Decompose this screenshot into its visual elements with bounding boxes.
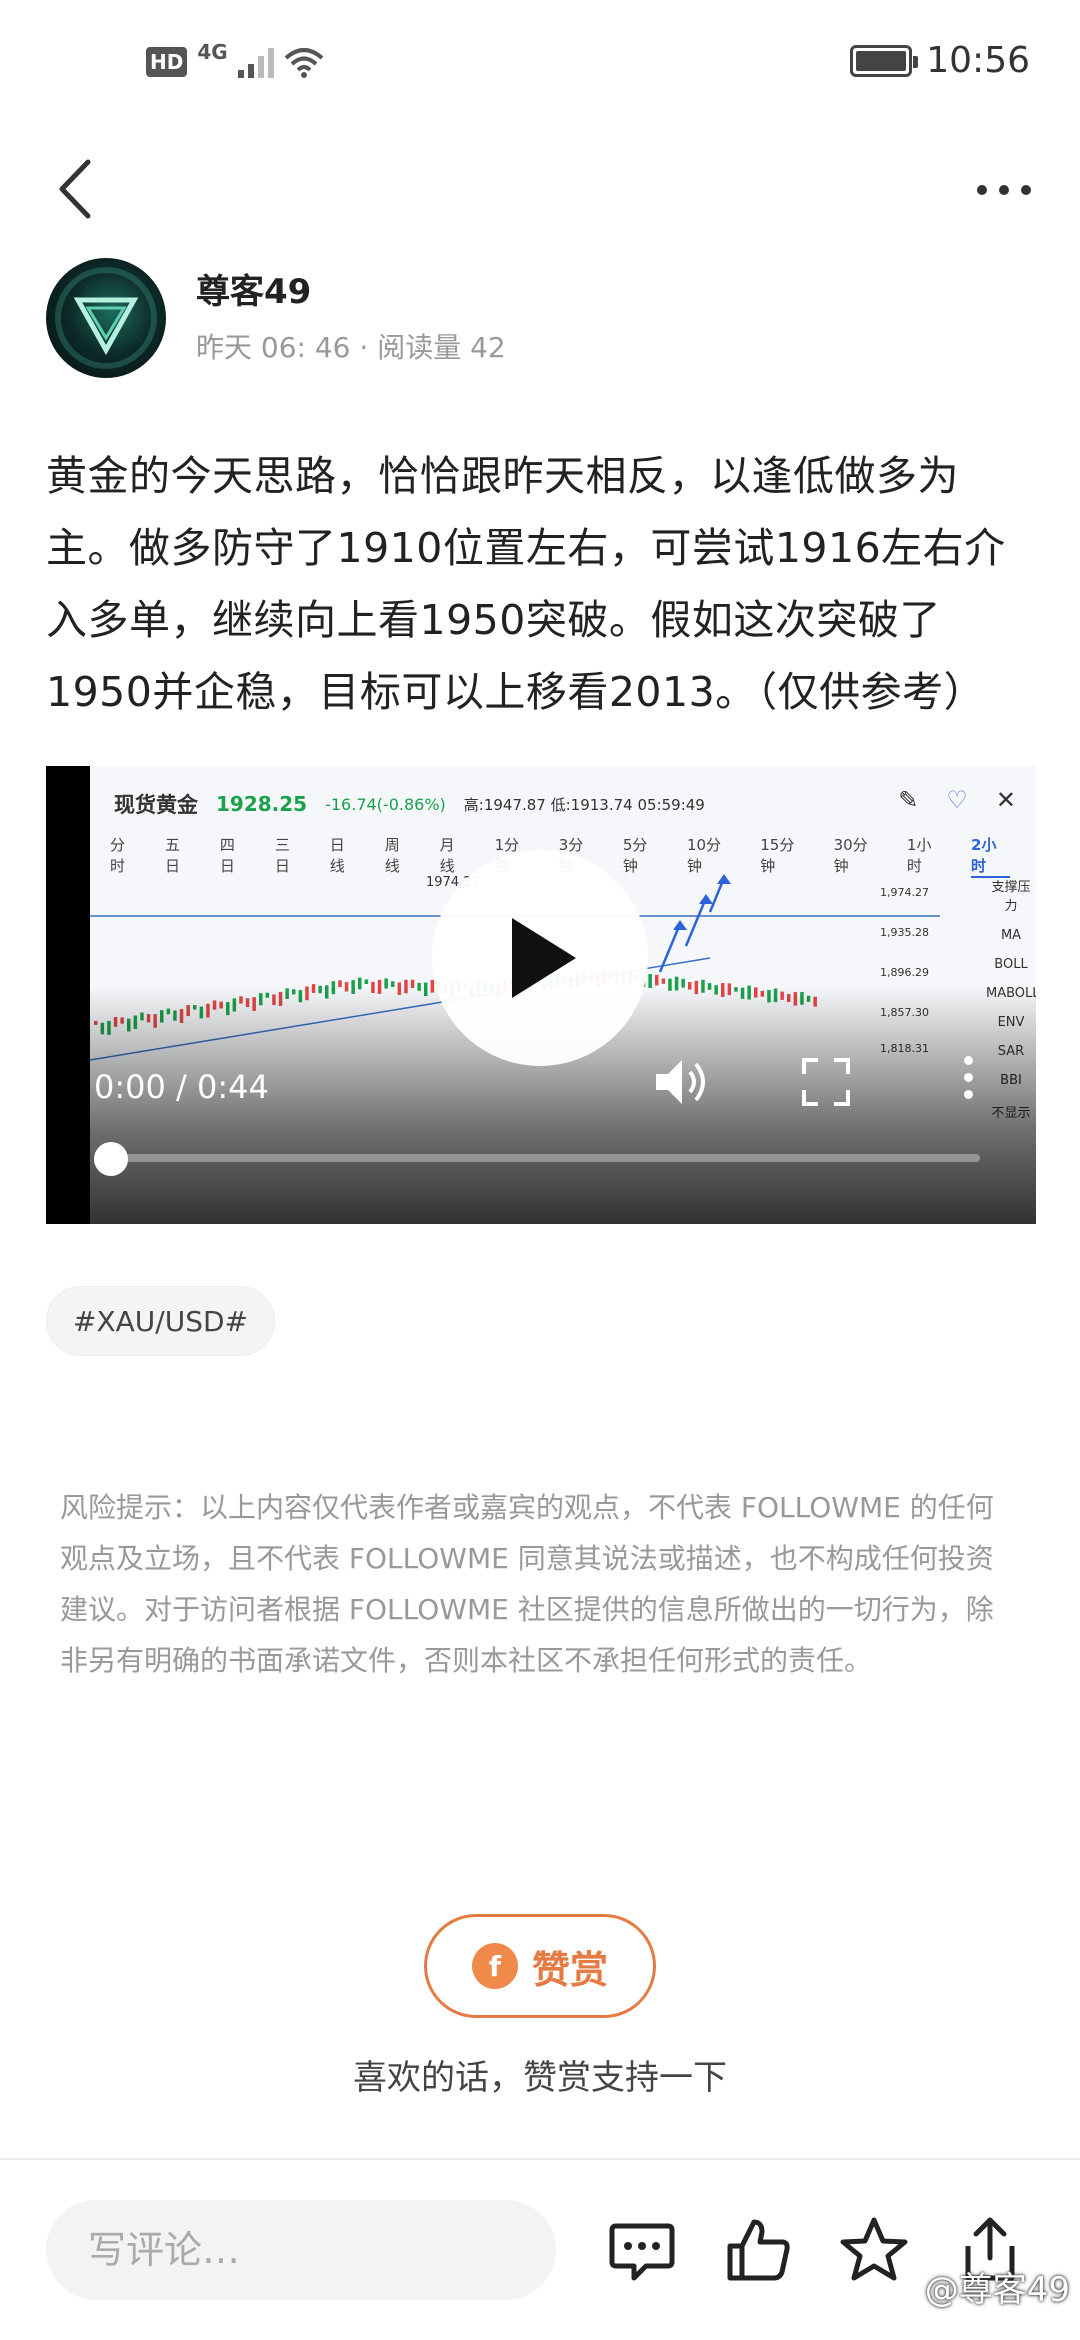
risk-disclaimer: 风险提示：以上内容仅代表作者或嘉宾的观点，不代表 FOLLOWME 的任何观点及… [60, 1491, 994, 1677]
dot-icon [977, 185, 987, 195]
instrument-name: 现货黄金 [114, 793, 198, 817]
heart-icon: ♡ [946, 786, 968, 814]
dot-icon [963, 1090, 973, 1099]
star-icon [840, 2217, 908, 2281]
reward-caption: 喜欢的话，赞赏支持一下 [353, 2058, 727, 2098]
chart-header: 现货黄金 1928.25 -16.74(-0.86%) 高:1947.87 低:… [114, 784, 705, 824]
clock: 10:56 [926, 40, 1030, 81]
indicator-item: MA [1000, 928, 1022, 943]
progress-track[interactable] [108, 1154, 980, 1162]
dot-icon [963, 1073, 973, 1082]
edit-icon: ✎ [898, 786, 919, 814]
back-button[interactable] [48, 154, 108, 224]
instrument-price: 1928.25 [216, 792, 308, 816]
thumbs-up-icon [727, 2219, 790, 2281]
battery-icon [850, 44, 919, 77]
topic-tag[interactable]: #XAU/USD# [46, 1286, 276, 1356]
price-axis-label: 1,896.29 [880, 966, 929, 979]
dot-icon [999, 185, 1009, 195]
play-icon [512, 918, 576, 998]
author-header: 尊客49 昨天 06: 46 · 阅读量 42 [46, 258, 1046, 382]
play-button[interactable] [432, 850, 648, 1066]
fullscreen-icon [802, 1058, 850, 1106]
volume-button[interactable] [650, 1052, 710, 1112]
comment-button[interactable] [606, 2214, 678, 2286]
close-icon: ✕ [995, 786, 1016, 814]
avatar-logo-icon [55, 267, 157, 369]
chevron-left-icon [59, 159, 91, 219]
status-left: HD 4G [146, 40, 324, 78]
status-right: 10:56 [850, 40, 1030, 81]
top-nav [0, 130, 1080, 240]
more-options-button[interactable] [968, 170, 1040, 210]
post-meta: 昨天 06: 46 · 阅读量 42 [196, 331, 506, 364]
video-more-button[interactable] [958, 1056, 978, 1108]
wifi-icon [284, 48, 324, 78]
hd-badge: HD [146, 47, 188, 77]
author-name[interactable]: 尊客49 [196, 264, 311, 313]
favorite-button[interactable] [838, 2214, 910, 2286]
fullscreen-button[interactable] [800, 1056, 852, 1108]
arrow-head [673, 920, 687, 930]
coin-icon: f [471, 1943, 518, 1989]
candle [364, 979, 369, 984]
indicator-item: BOLL [994, 957, 1028, 972]
network-type: 4G [197, 40, 228, 64]
price-axis-label: 1,974.27 [880, 886, 929, 899]
price-axis-label: 1,935.28 [880, 926, 929, 939]
video-time: 0:00 / 0:44 [94, 1068, 269, 1106]
dot-icon [1021, 185, 1031, 195]
comment-input[interactable]: 写评论… [46, 2200, 556, 2300]
post-body: 黄金的今天思路，恰恰跟昨天相反，以逢低做多为主。做多防守了1910位置左右，可尝… [46, 452, 1006, 716]
avatar[interactable] [46, 258, 166, 378]
reward-button[interactable]: f 赞赏 [424, 1914, 656, 2018]
progress-scrubber[interactable] [94, 1142, 128, 1176]
reward-label: 赞赏 [531, 1947, 608, 1992]
status-bar: HD 4G 10:56 [0, 0, 1080, 130]
chart-header-icons: ✎ ♡ ✕ [898, 786, 1016, 814]
arrow-head [699, 894, 713, 904]
candle [655, 974, 659, 986]
instrument-change: -16.74(-0.86%) [325, 794, 446, 814]
like-button[interactable] [722, 2214, 794, 2286]
video-player[interactable]: 现货黄金 1928.25 -16.74(-0.86%) 高:1947.87 低:… [46, 766, 1036, 1224]
dot-icon [963, 1056, 973, 1065]
comment-icon [609, 2223, 675, 2281]
candle [661, 978, 666, 984]
signal-icon [237, 46, 274, 78]
volume-icon [656, 1060, 705, 1104]
watermark: @尊客49 [924, 2270, 1070, 2310]
divider [0, 2158, 1080, 2160]
indicator-item: 支撑压力 [991, 880, 1031, 914]
projection-arrow [684, 897, 708, 947]
high-low-time: 高:1947.87 低:1913.74 05:59:49 [463, 795, 705, 814]
arrow-head [717, 874, 731, 884]
